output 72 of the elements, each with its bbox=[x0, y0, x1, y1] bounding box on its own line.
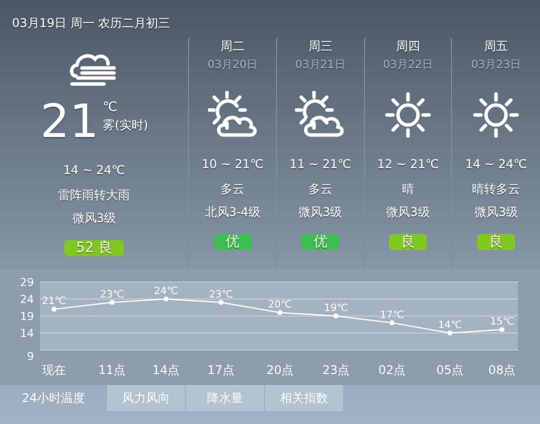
weather-description: 晴 bbox=[402, 181, 414, 198]
date-header: 03月19日 周一 农历二月初三 bbox=[11, 15, 172, 32]
temperature-label: 15℃ bbox=[490, 316, 514, 328]
forecast-date: 03月21日 bbox=[295, 57, 346, 73]
y-axis-label: 9 bbox=[27, 350, 34, 363]
data-point bbox=[334, 314, 338, 318]
air-quality-badge: 优 bbox=[301, 234, 340, 250]
temperature-range: 12 ~ 21℃ bbox=[377, 156, 439, 173]
temperature-label: 14℃ bbox=[438, 320, 462, 331]
sun-cloud-icon bbox=[208, 91, 258, 139]
wind-level: 北风3-4级 bbox=[204, 204, 260, 221]
chart-tab[interactable]: 24小时温度 bbox=[0, 385, 107, 411]
temperature-range: 14 ~ 24℃ bbox=[465, 156, 527, 173]
x-axis-label: 现在 bbox=[42, 363, 66, 377]
temperature-label: 20℃ bbox=[268, 300, 292, 311]
weather-description: 多云 bbox=[308, 181, 332, 198]
wind-level: 微风3级 bbox=[298, 204, 342, 221]
weather-description: 多云 bbox=[220, 181, 245, 198]
chart-tab[interactable]: 降水量 bbox=[186, 385, 264, 411]
temperature-label: 24℃ bbox=[154, 286, 178, 297]
y-axis-label: 29 bbox=[20, 276, 34, 289]
forecast-date: 03月23日 bbox=[471, 57, 522, 73]
weekday-label: 周二 bbox=[220, 38, 245, 54]
air-quality-badge: 优 bbox=[214, 234, 252, 250]
weekday-label: 周四 bbox=[396, 38, 420, 54]
wind-level: 微风3级 bbox=[474, 204, 518, 221]
x-axis-label: 05点 bbox=[436, 363, 464, 377]
x-axis-label: 17点 bbox=[207, 363, 235, 377]
x-axis-label: 23点 bbox=[322, 363, 350, 377]
air-quality-badge: 52 良 bbox=[64, 240, 124, 256]
sun-icon bbox=[384, 91, 432, 139]
temperature-range: 11 ~ 21℃ bbox=[289, 156, 352, 173]
temperature-label: 17℃ bbox=[380, 310, 404, 321]
data-point bbox=[110, 300, 114, 305]
sun-icon bbox=[472, 91, 520, 139]
current-condition: 雾(实时) bbox=[102, 117, 148, 134]
data-point bbox=[448, 330, 452, 336]
air-quality-badge: 良 bbox=[388, 234, 427, 250]
y-axis-label: 19 bbox=[20, 310, 34, 323]
data-point bbox=[390, 320, 394, 326]
current-temperature: 21 bbox=[40, 98, 99, 144]
temperature-label: 21℃ bbox=[42, 296, 66, 308]
temperature-range: 14 ~ 24℃ bbox=[63, 162, 125, 179]
x-axis-label: 14点 bbox=[152, 363, 180, 377]
data-point bbox=[218, 300, 224, 305]
temperature-label: 23℃ bbox=[100, 289, 124, 300]
sun-cloud-icon bbox=[295, 91, 346, 139]
x-axis-label: 11点 bbox=[98, 363, 126, 377]
chart-tab[interactable]: 相关指数 bbox=[265, 385, 343, 411]
temperature-label: 19℃ bbox=[324, 303, 348, 314]
wind-level: 微风3级 bbox=[72, 210, 116, 227]
temperature-unit: ℃ bbox=[102, 100, 118, 116]
data-point bbox=[164, 296, 168, 302]
weather-description: 雷阵雨转大雨 bbox=[58, 187, 130, 204]
data-point bbox=[500, 327, 504, 332]
x-axis-label: 02点 bbox=[378, 363, 406, 377]
temperature-label: 23℃ bbox=[209, 289, 233, 300]
forecast-date: 03月22日 bbox=[382, 57, 433, 73]
chart-tab[interactable]: 风力风向 bbox=[107, 385, 185, 411]
y-axis-label: 24 bbox=[20, 293, 34, 306]
wind-level: 微风3级 bbox=[386, 204, 430, 221]
data-point bbox=[278, 310, 282, 316]
x-axis-label: 08点 bbox=[488, 363, 516, 377]
x-axis-label: 20点 bbox=[266, 363, 294, 377]
air-quality-badge: 良 bbox=[477, 234, 516, 250]
forecast-date: 03月20日 bbox=[208, 57, 258, 73]
data-point bbox=[52, 306, 56, 312]
weather-description: 晴转多云 bbox=[472, 181, 520, 198]
weekday-label: 周三 bbox=[308, 38, 332, 54]
y-axis-label: 14 bbox=[20, 327, 34, 340]
weekday-label: 周五 bbox=[484, 38, 508, 54]
temperature-range: 10 ~ 21℃ bbox=[202, 156, 264, 173]
